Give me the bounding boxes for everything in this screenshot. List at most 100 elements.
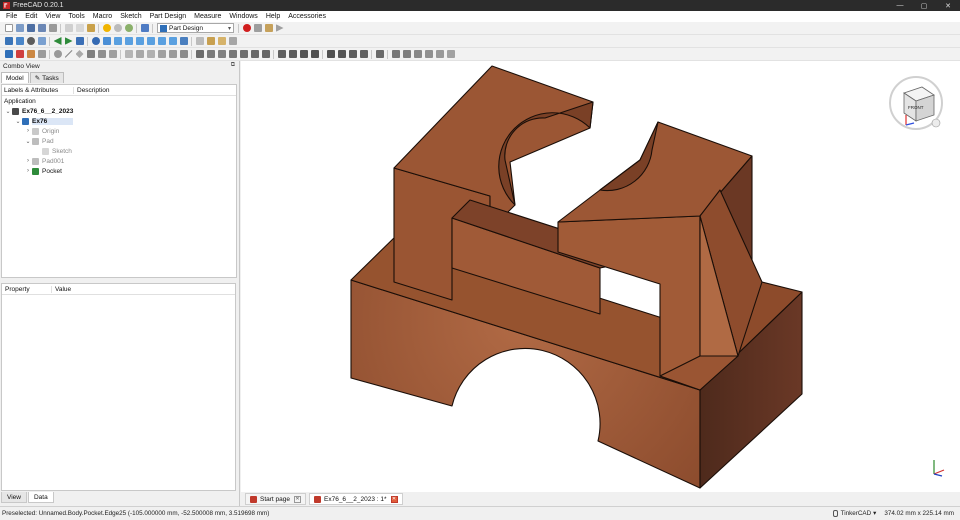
additive-primitive-icon[interactable] bbox=[179, 50, 188, 58]
new-file-icon[interactable] bbox=[4, 24, 13, 32]
measure-toggle-3d-icon[interactable] bbox=[435, 50, 444, 58]
mirrored-icon[interactable] bbox=[277, 50, 286, 58]
body-icon[interactable] bbox=[4, 50, 13, 58]
tree-row-pocket[interactable]: › Pocket bbox=[2, 166, 236, 176]
maximize-icon[interactable]: ▢ bbox=[912, 0, 936, 11]
hole-icon[interactable] bbox=[206, 50, 215, 58]
create-body-icon[interactable] bbox=[195, 37, 204, 45]
chevron-down-icon[interactable]: ⌄ bbox=[4, 108, 12, 115]
measure-linear-icon[interactable] bbox=[391, 50, 400, 58]
front-view-icon[interactable] bbox=[113, 37, 122, 45]
draft-icon[interactable] bbox=[348, 50, 357, 58]
shape-binder-icon[interactable] bbox=[97, 50, 106, 58]
menu-file[interactable]: File bbox=[2, 13, 21, 20]
link-icon[interactable] bbox=[75, 37, 84, 45]
tab-data[interactable]: Data bbox=[27, 492, 54, 503]
right-view-icon[interactable] bbox=[135, 37, 144, 45]
bounding-box-icon[interactable] bbox=[37, 37, 46, 45]
tab-document[interactable]: Ex76_6__2_2023 : 1* ✕ bbox=[309, 493, 403, 505]
datum-line-icon[interactable] bbox=[64, 50, 73, 58]
tab-model[interactable]: Model bbox=[1, 72, 29, 83]
redo-icon[interactable] bbox=[113, 24, 122, 32]
measure-refresh-icon[interactable] bbox=[413, 50, 422, 58]
tab-tasks[interactable]: ✎ Tasks bbox=[29, 72, 64, 83]
menu-edit[interactable]: Edit bbox=[21, 13, 41, 20]
menu-help[interactable]: Help bbox=[262, 13, 284, 20]
close-tab-icon[interactable]: ✕ bbox=[294, 495, 301, 503]
undo-icon[interactable] bbox=[102, 24, 111, 32]
forward-icon[interactable] bbox=[64, 37, 73, 45]
refresh-icon[interactable] bbox=[124, 24, 133, 32]
fit-selection-icon[interactable] bbox=[15, 37, 24, 45]
subtractive-helix-icon[interactable] bbox=[250, 50, 259, 58]
validate-sketch-icon[interactable] bbox=[26, 50, 35, 58]
undock-icon[interactable]: ⧉ bbox=[231, 62, 235, 69]
minimize-icon[interactable]: — bbox=[888, 0, 912, 11]
tree-row-application[interactable]: Application bbox=[2, 96, 236, 106]
stop-macro-icon[interactable] bbox=[253, 24, 262, 32]
whats-this-icon[interactable] bbox=[140, 24, 149, 32]
zoom-icon[interactable] bbox=[91, 37, 100, 45]
top-view-icon[interactable] bbox=[124, 37, 133, 45]
workbench-selector[interactable]: Part Design ▾ bbox=[157, 23, 234, 33]
menu-part-design[interactable]: Part Design bbox=[146, 13, 191, 20]
copy-icon[interactable] bbox=[75, 24, 84, 32]
subtractive-loft-icon[interactable] bbox=[228, 50, 237, 58]
fillet-icon[interactable] bbox=[326, 50, 335, 58]
menu-macro[interactable]: Macro bbox=[89, 13, 116, 20]
tab-start-page[interactable]: Start page ✕ bbox=[245, 493, 306, 505]
macros-icon[interactable] bbox=[264, 24, 273, 32]
tree-row-document[interactable]: ⌄ Ex76_6__2_2023 bbox=[2, 106, 236, 116]
navigation-cube[interactable]: FRONT bbox=[884, 71, 948, 135]
local-cs-icon[interactable] bbox=[86, 50, 95, 58]
additive-loft-icon[interactable] bbox=[146, 50, 155, 58]
menu-accessories[interactable]: Accessories bbox=[284, 13, 330, 20]
polar-pattern-icon[interactable] bbox=[299, 50, 308, 58]
navcube-menu-icon[interactable] bbox=[931, 118, 941, 128]
chevron-right-icon[interactable]: › bbox=[24, 168, 32, 174]
tree-row-pad001[interactable]: › Pad001 bbox=[2, 156, 236, 166]
groove-icon[interactable] bbox=[217, 50, 226, 58]
paste-icon[interactable] bbox=[86, 24, 95, 32]
measure-angular-icon[interactable] bbox=[402, 50, 411, 58]
measure-distance-icon[interactable] bbox=[179, 37, 188, 45]
fit-all-icon[interactable] bbox=[4, 37, 13, 45]
menu-windows[interactable]: Windows bbox=[225, 13, 261, 20]
save-icon[interactable] bbox=[26, 24, 35, 32]
chevron-down-icon[interactable]: ⌄ bbox=[24, 138, 32, 145]
isometric-view-icon[interactable] bbox=[102, 37, 111, 45]
clone-icon[interactable] bbox=[37, 50, 46, 58]
sketch-icon[interactable] bbox=[15, 50, 24, 58]
menu-view[interactable]: View bbox=[41, 13, 64, 20]
close-icon[interactable]: ✕ bbox=[936, 0, 960, 11]
menu-sketch[interactable]: Sketch bbox=[116, 13, 145, 20]
chevron-down-icon[interactable]: ⌄ bbox=[14, 118, 22, 125]
back-icon[interactable] bbox=[53, 37, 62, 45]
chamfer-icon[interactable] bbox=[337, 50, 346, 58]
datum-point-icon[interactable] bbox=[53, 50, 62, 58]
measure-clear-icon[interactable] bbox=[424, 50, 433, 58]
3d-viewport[interactable]: FRONT bbox=[241, 61, 960, 492]
create-part-icon[interactable] bbox=[206, 37, 215, 45]
navigation-style-selector[interactable]: TinkerCAD ▾ bbox=[832, 510, 876, 517]
execute-macro-icon[interactable] bbox=[275, 24, 284, 32]
open-file-icon[interactable] bbox=[15, 24, 24, 32]
left-view-icon[interactable] bbox=[168, 37, 177, 45]
pad-icon[interactable] bbox=[124, 50, 133, 58]
part-model[interactable] bbox=[241, 61, 960, 492]
chevron-right-icon[interactable]: › bbox=[24, 158, 32, 164]
tab-view[interactable]: View bbox=[1, 492, 27, 503]
multi-transform-icon[interactable] bbox=[310, 50, 319, 58]
close-tab-icon[interactable]: ✕ bbox=[390, 495, 398, 503]
additive-helix-icon[interactable] bbox=[168, 50, 177, 58]
record-macro-icon[interactable] bbox=[242, 24, 251, 32]
save-as-icon[interactable] bbox=[37, 24, 46, 32]
pocket-icon[interactable] bbox=[195, 50, 204, 58]
menu-measure[interactable]: Measure bbox=[190, 13, 225, 20]
create-group-icon[interactable] bbox=[217, 37, 226, 45]
draw-style-icon[interactable] bbox=[26, 37, 35, 45]
tree-row-origin[interactable]: › Origin bbox=[2, 126, 236, 136]
tree-row-pad[interactable]: ⌄ Pad bbox=[2, 136, 236, 146]
bottom-view-icon[interactable] bbox=[157, 37, 166, 45]
thickness-icon[interactable] bbox=[359, 50, 368, 58]
